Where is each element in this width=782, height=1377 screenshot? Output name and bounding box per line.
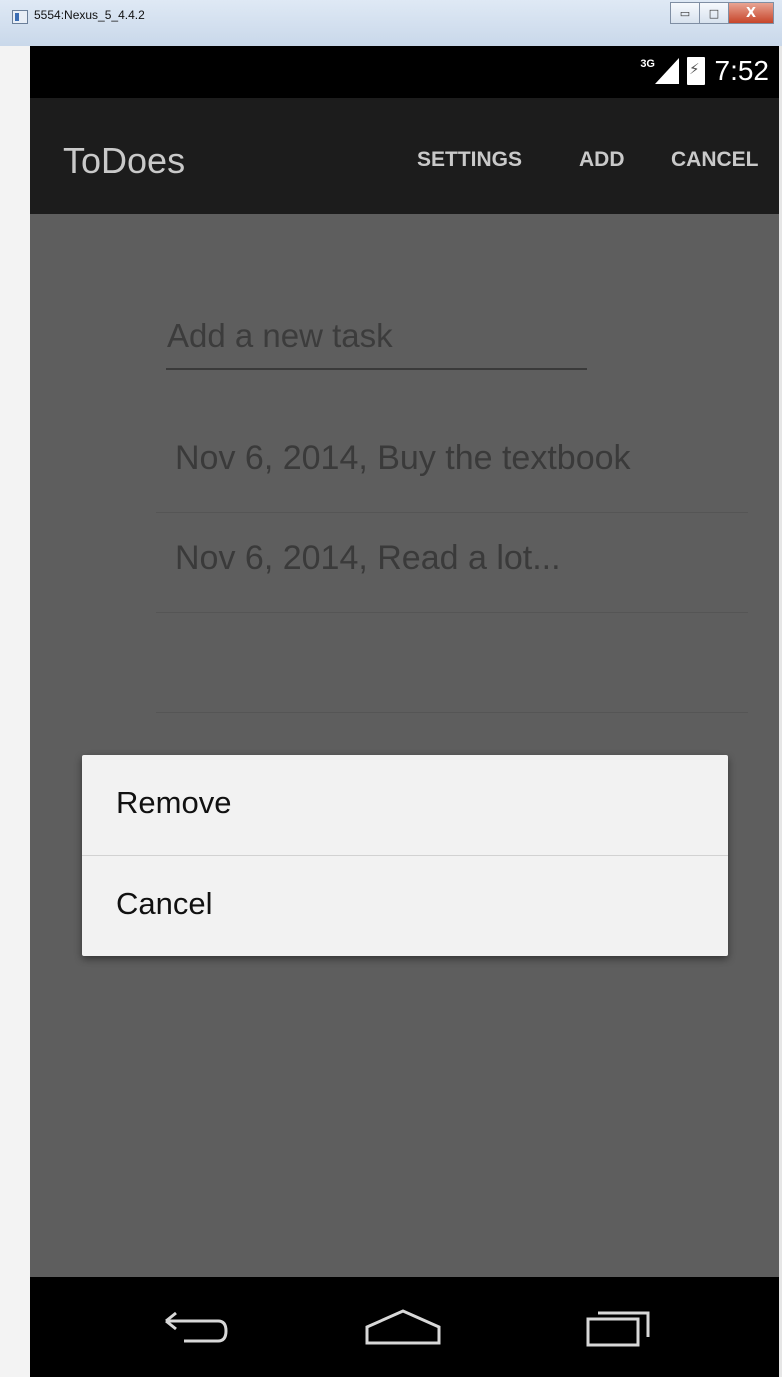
remove-menu-item[interactable]: Remove: [82, 755, 728, 856]
remove-label: Remove: [116, 785, 232, 820]
back-icon: [165, 1311, 228, 1343]
main-content: Nov 6, 2014, Buy the textbook Nov 6, 201…: [30, 214, 779, 1277]
signal-icon: [655, 58, 679, 84]
new-task-input[interactable]: [166, 304, 587, 370]
recent-apps-icon: [586, 1311, 650, 1347]
window-title: 5554:Nexus_5_4.4.2: [34, 8, 145, 22]
settings-button[interactable]: SETTINGS: [417, 148, 522, 172]
cancel-label: Cancel: [116, 886, 213, 921]
maximize-button[interactable]: □: [699, 2, 729, 24]
status-time: 7:52: [714, 55, 770, 86]
app-title: ToDoes: [63, 140, 186, 181]
device-screen: 3G 7:52 ToDoes SETTINGS ADD CANCEL Nov 6…: [30, 46, 779, 1377]
action-bar: ToDoes SETTINGS ADD CANCEL: [30, 98, 779, 214]
app-window-icon: [12, 10, 28, 24]
battery-charging-icon: [687, 57, 705, 85]
add-button[interactable]: ADD: [579, 148, 625, 172]
window-titlebar: 5554:Nexus_5_4.4.2 ▭ □ X: [0, 0, 782, 47]
task-list-item[interactable]: Nov 6, 2014, Read a lot...: [156, 513, 748, 613]
window-controls: ▭ □ X: [670, 2, 774, 24]
home-button[interactable]: [348, 1295, 458, 1359]
cancel-menu-item[interactable]: Cancel: [82, 856, 728, 956]
task-text: Nov 6, 2014, Read a lot...: [175, 539, 561, 577]
recent-apps-button[interactable]: [564, 1295, 674, 1359]
home-icon: [365, 1309, 441, 1345]
cancel-action-button[interactable]: CANCEL: [671, 148, 759, 172]
navigation-bar: [30, 1277, 779, 1377]
status-bar: 3G 7:52: [30, 46, 779, 98]
window-left-border: [0, 46, 30, 1377]
task-list-item[interactable]: [156, 613, 748, 713]
task-text: Nov 6, 2014, Buy the textbook: [175, 439, 631, 477]
task-list-item[interactable]: Nov 6, 2014, Buy the textbook: [156, 413, 748, 513]
minimize-button[interactable]: ▭: [670, 2, 700, 24]
back-button[interactable]: [142, 1295, 252, 1359]
close-window-button[interactable]: X: [728, 2, 774, 24]
network-type-label: 3G: [640, 58, 655, 70]
context-menu-dialog: Remove Cancel: [82, 755, 728, 956]
